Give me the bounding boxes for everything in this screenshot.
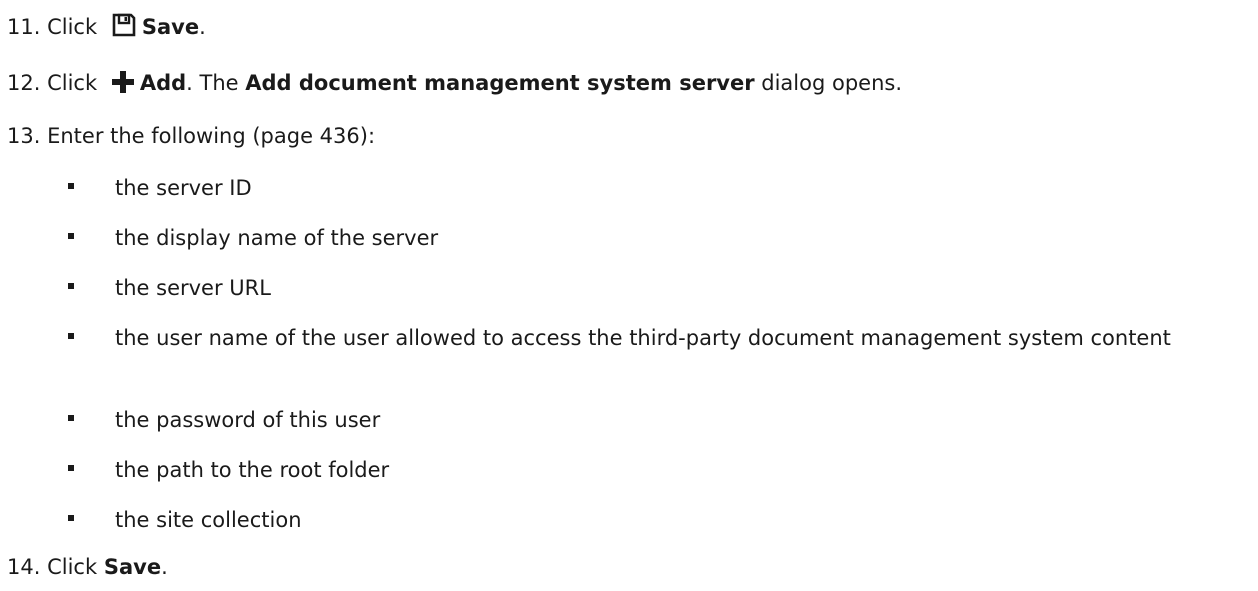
- step-text-mid: . The: [186, 71, 246, 95]
- dialog-name: Add document management system server: [245, 71, 755, 95]
- step-number: 13.: [7, 124, 41, 148]
- step-11: 11. Click Save.: [7, 13, 206, 44]
- punctuation: .: [161, 555, 168, 579]
- list-item-text: the site collection: [115, 508, 302, 532]
- bullet-marker: [68, 183, 74, 189]
- step-text: Enter the following (page 436):: [47, 124, 376, 148]
- add-label: Add: [139, 71, 187, 95]
- step-text: Click: [47, 71, 98, 95]
- step-text-end: dialog opens.: [754, 71, 903, 95]
- document-page: 11. Click Save. 12. Click Add. The Add d…: [0, 0, 1258, 591]
- bullet-marker: [68, 233, 74, 239]
- bullet-marker: [68, 465, 74, 471]
- list-item-text: the path to the root folder: [115, 458, 390, 482]
- list-item-text: the password of this user: [115, 408, 381, 432]
- save-label: Save: [141, 15, 200, 39]
- list-item-text: the server ID: [115, 176, 252, 200]
- step-text: Click: [47, 15, 98, 39]
- bullet-marker: [68, 415, 74, 421]
- bullet-marker: [68, 283, 74, 289]
- punctuation: .: [199, 15, 206, 39]
- list-item-text: the user name of the user allowed to acc…: [115, 326, 1171, 350]
- step-12: 12. Click Add. The Add document manageme…: [7, 69, 902, 100]
- step-13: 13. Enter the following (page 436):: [7, 122, 375, 150]
- step-text: Click: [47, 555, 98, 579]
- bullet-marker: [68, 333, 74, 339]
- save-label: Save: [103, 555, 162, 579]
- list-item-text: the server URL: [115, 276, 271, 300]
- save-icon: [112, 13, 136, 44]
- plus-icon: [111, 71, 134, 100]
- bullet-marker: [68, 515, 74, 521]
- step-number: 12.: [7, 71, 41, 95]
- step-number: 11.: [7, 15, 41, 39]
- list-item-text: the display name of the server: [115, 226, 439, 250]
- step-14: 14. Click Save.: [7, 553, 168, 581]
- step-number: 14.: [7, 555, 41, 579]
